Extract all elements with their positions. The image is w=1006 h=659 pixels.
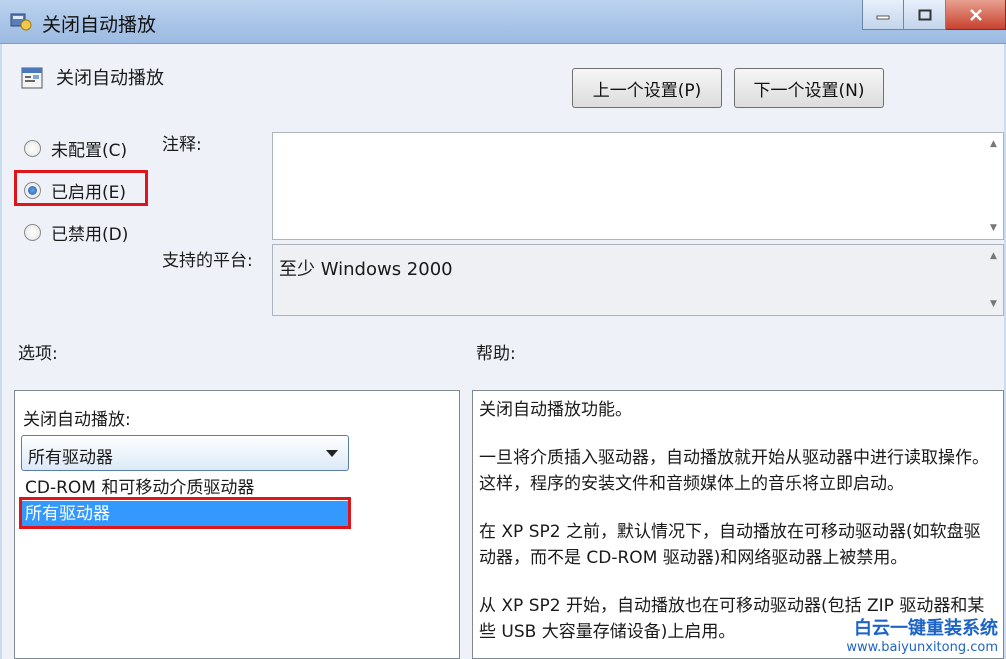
radio-label: 已禁用(D) <box>51 225 129 245</box>
radio-disabled[interactable]: 已禁用(D) <box>24 220 128 245</box>
window-controls <box>862 0 1006 30</box>
platform-label: 支持的平台: <box>162 251 253 271</box>
highlight-all-drives <box>19 497 351 529</box>
comment-textarea[interactable]: ▲ ▼ <box>272 132 1004 240</box>
comment-scroll-arrows[interactable]: ▲ ▼ <box>990 133 1000 239</box>
watermark: 白云一键重装系统 www.baiyunxitong.com <box>846 614 998 655</box>
chevron-down-icon[interactable] <box>326 450 338 457</box>
close-button[interactable] <box>946 0 1006 30</box>
options-panel: 关闭自动播放: 所有驱动器 CD-ROM 和可移动介质驱动器 所有驱动器 <box>14 390 460 659</box>
platform-scroll-arrows[interactable]: ▲ ▼ <box>990 245 1000 315</box>
close-icon <box>969 8 982 21</box>
comment-label: 注释: <box>162 135 202 155</box>
autoplay-dropdown-label: 关闭自动播放: <box>23 410 131 430</box>
highlight-enabled-radio <box>14 170 148 206</box>
options-label: 选项: <box>18 344 58 364</box>
radio-not-configured[interactable]: 未配置(C) <box>24 136 127 161</box>
radio-indicator[interactable] <box>24 224 41 241</box>
help-paragraph: 一旦将介质插入驱动器，自动播放就开始从驱动器中进行读取操作。这样，程序的安装文件… <box>479 448 989 494</box>
radio-indicator[interactable] <box>24 140 41 157</box>
policy-icon <box>10 13 32 31</box>
title-bar: 关闭自动播放 <box>0 0 1006 44</box>
drive-select-value: 所有驱动器 <box>28 448 113 468</box>
radio-label: 未配置(C) <box>51 141 128 161</box>
help-label: 帮助: <box>476 344 516 364</box>
maximize-button[interactable] <box>904 0 946 30</box>
help-paragraph: 关闭自动播放功能。 <box>479 400 632 420</box>
platform-value: 至少 Windows 2000 <box>279 259 453 280</box>
minimize-icon <box>876 15 890 19</box>
drive-select[interactable]: 所有驱动器 <box>21 435 349 471</box>
setting-icon <box>21 67 43 89</box>
minimize-button[interactable] <box>862 0 904 30</box>
setting-title: 关闭自动播放 <box>56 68 164 89</box>
watermark-url: www.baiyunxitong.com <box>846 640 998 655</box>
window-title: 关闭自动播放 <box>42 14 157 36</box>
watermark-brand: 白云一键重装系统 <box>854 618 998 639</box>
maximize-icon <box>918 9 931 20</box>
platform-field: 至少 Windows 2000 ▲ ▼ <box>272 244 1004 316</box>
next-setting-button[interactable]: 下一个设置(N) <box>734 68 884 108</box>
dialog-client: 关闭自动播放 上一个设置(P) 下一个设置(N) 未配置(C) 已启用(E) 已… <box>2 44 1004 659</box>
help-paragraph: 在 XP SP2 之前，默认情况下，自动播放在可移动驱动器(如软盘驱动器，而不是… <box>479 522 981 568</box>
previous-setting-button[interactable]: 上一个设置(P) <box>572 68 722 108</box>
